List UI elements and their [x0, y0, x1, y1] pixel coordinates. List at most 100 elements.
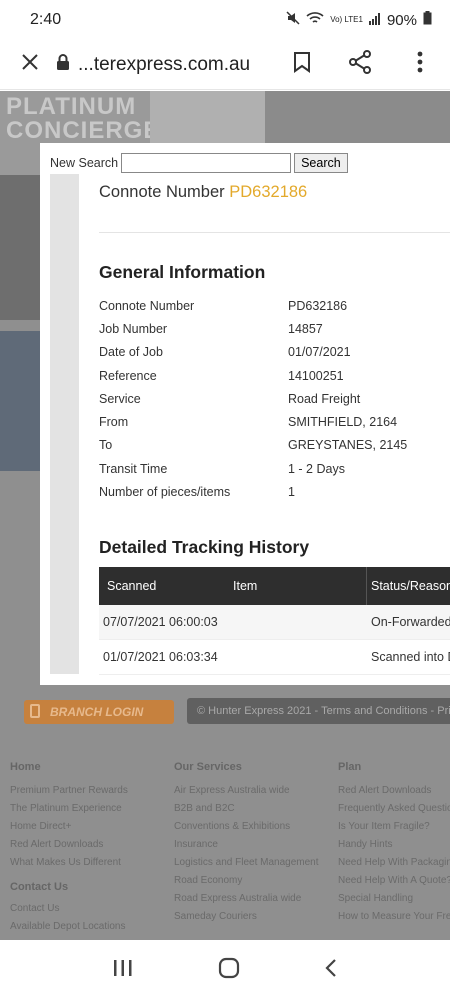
signal-icon [368, 12, 381, 29]
footer-heading-contact[interactable]: Contact Us [10, 881, 170, 893]
footer-link[interactable]: Need Help With A Quote? [338, 875, 450, 893]
side-photo [0, 331, 40, 471]
footer-link[interactable]: Premium Partner Rewards [10, 785, 170, 803]
info-label: Number of pieces/items [99, 485, 231, 500]
tracking-dialog: New Search Search Connote Number PD63218… [40, 143, 450, 685]
footer-link[interactable]: B2B and B2C [174, 803, 334, 821]
info-value: 1 - 2 Days [288, 461, 345, 476]
column-header-item: Item [233, 566, 367, 605]
bookmark-button[interactable] [280, 43, 324, 87]
home-button[interactable] [218, 957, 240, 984]
footer-link[interactable]: Red Alert Downloads [338, 785, 450, 803]
close-tab-button[interactable] [8, 43, 52, 87]
tracking-table: Scanned Item Status/Reason 07/07/2021 06… [99, 566, 450, 675]
url-bar[interactable]: ...terexpress.com.au [52, 54, 280, 76]
footer-link[interactable]: Need Help With Packaging? [338, 857, 450, 875]
lock-icon [30, 704, 40, 718]
web-page: PLATINUM CONCIERGE New Search Search Con… [0, 91, 450, 940]
column-header-status: Status/Reason [371, 578, 450, 593]
info-value: SMITHFIELD, 2164 [288, 415, 398, 430]
status-bar: 2:40 Vo) LTE1 90% [0, 0, 450, 40]
info-label: Reference [99, 368, 157, 383]
general-info-title: General Information [99, 262, 266, 282]
recent-apps-button[interactable] [112, 959, 134, 982]
menu-button[interactable] [398, 43, 442, 87]
recent-apps-icon [114, 959, 132, 976]
info-row: Reference 14100251 [99, 364, 450, 387]
share-icon [348, 50, 372, 79]
footer-link[interactable]: Road Express Australia wide [174, 893, 334, 911]
copyright-bar: © Hunter Express 2021 - Terms and Condit… [187, 698, 450, 724]
footer-link[interactable]: Is Your Item Fragile? [338, 821, 450, 839]
footer-link[interactable]: How to Measure Your Freight? [338, 911, 450, 929]
column-header-scanned: Scanned [107, 578, 157, 593]
info-row: From SMITHFIELD, 2164 [99, 410, 450, 433]
footer-link[interactable]: Sameday Couriers [174, 911, 334, 929]
footer-link[interactable]: Special Handling [338, 893, 450, 911]
footer-link[interactable]: Red Alert Downloads [10, 839, 170, 857]
share-button[interactable] [338, 43, 382, 87]
back-icon [325, 958, 336, 977]
cell-status: On-Forwarded [371, 614, 450, 629]
back-button[interactable] [324, 958, 338, 983]
footer-heading-home[interactable]: Home [10, 761, 170, 773]
footer-link[interactable]: Insurance [174, 839, 334, 857]
footer-link[interactable]: Frequently Asked Questions [338, 803, 450, 821]
info-label: Transit Time [99, 461, 168, 476]
dialog-side-strip [50, 174, 79, 674]
info-row: Job Number 14857 [99, 317, 450, 340]
branch-login-button[interactable]: BRANCH LOGIN [24, 700, 174, 724]
footer-link[interactable]: Handy Hints [338, 839, 450, 857]
bookmark-icon [293, 51, 311, 78]
info-label: From [99, 415, 129, 430]
info-value: Road Freight [288, 391, 361, 406]
footer-link[interactable]: Conventions & Exhibitions [174, 821, 334, 839]
wifi-icon [306, 11, 324, 29]
search-input[interactable] [121, 153, 292, 173]
footer-link[interactable]: What Makes Us Different [10, 857, 170, 875]
footer-col-services: Our Services Air Express Australia wide … [174, 761, 334, 929]
footer-link[interactable]: Air Express Australia wide [174, 785, 334, 803]
url-text: ...terexpress.com.au [78, 53, 251, 75]
footer-heading-plan[interactable]: Plan [338, 761, 450, 773]
footer-link[interactable]: Road Economy [174, 875, 334, 893]
footer-link[interactable]: Home Direct+ [10, 821, 170, 839]
more-vert-icon [417, 51, 423, 78]
info-label: Date of Job [99, 345, 163, 360]
table-header: Scanned Item Status/Reason [99, 566, 450, 605]
info-value: 14100251 [288, 368, 344, 383]
battery-percent: 90% [386, 11, 417, 29]
footer-link[interactable]: Logistics and Fleet Management [174, 857, 334, 875]
table-row: 07/07/2021 06:00:03 On-Forwarded [99, 604, 450, 640]
tracking-history-title: Detailed Tracking History [99, 536, 310, 557]
general-info-list: Connote Number PD632186 Job Number 14857 D… [99, 294, 450, 504]
battery-icon [423, 11, 432, 29]
info-label: Job Number [99, 321, 168, 336]
info-row: To GREYSTANES, 2145 [99, 434, 450, 457]
info-value: 14857 [288, 321, 323, 336]
footer-col-plan: Plan Red Alert Downloads Frequently Aske… [338, 761, 450, 929]
site-logo[interactable]: PLATINUM CONCIERGE [6, 95, 160, 143]
browser-toolbar: ...terexpress.com.au [0, 40, 450, 90]
info-row: Transit Time 1 - 2 Days [99, 457, 450, 480]
footer-link[interactable]: Available Depot Locations [10, 921, 170, 939]
info-row: Date of Job 01/07/2021 [99, 341, 450, 364]
info-label: Service [99, 391, 141, 406]
cell-scanned: 01/07/2021 06:03:34 [103, 649, 218, 664]
footer-heading-services[interactable]: Our Services [174, 761, 334, 773]
info-row: Service Road Freight [99, 387, 450, 410]
search-button[interactable]: Search [294, 153, 348, 173]
info-value: 01/07/2021 [288, 345, 351, 360]
network-label: Vo) LTE1 [330, 15, 363, 24]
footer-link[interactable]: Contact Us [10, 903, 170, 921]
side-photo [0, 175, 40, 320]
new-search-label: New Search [50, 156, 119, 170]
footer-link[interactable]: The Platinum Experience [10, 803, 170, 821]
info-label: To [99, 438, 113, 453]
table-row: 01/07/2021 06:03:34 Scanned into Depot [99, 640, 450, 675]
connote-heading: Connote Number PD632186 [99, 183, 450, 202]
info-value: GREYSTANES, 2145 [288, 438, 408, 453]
connote-heading-label: Connote Number [99, 183, 225, 201]
info-value: PD632186 [288, 298, 348, 313]
info-value: 1 [288, 485, 295, 500]
